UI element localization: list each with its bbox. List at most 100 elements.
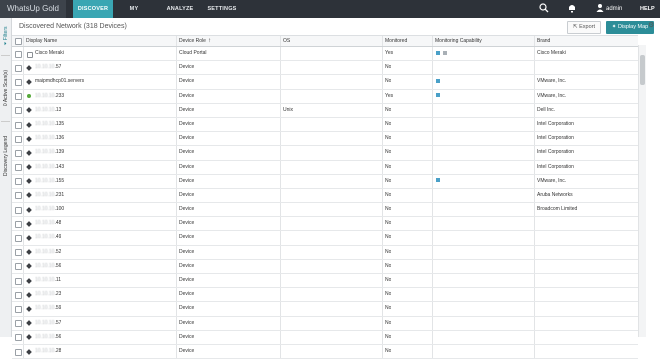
display-name-cell[interactable]: 10.10.10.49 bbox=[35, 231, 61, 244]
column-divider bbox=[534, 231, 535, 245]
row-checkbox[interactable] bbox=[15, 305, 22, 313]
row-checkbox[interactable] bbox=[15, 235, 22, 243]
display-name-cell[interactable]: Cisco Meraki bbox=[35, 47, 64, 60]
sidebar-tab-discovery-legend[interactable]: Discovery Legend bbox=[0, 122, 11, 190]
search-icon[interactable] bbox=[539, 3, 549, 16]
display-name-cell[interactable]: 10.10.10.56 bbox=[35, 260, 61, 273]
display-name-cell[interactable]: 10.10.10.13 bbox=[35, 104, 61, 117]
row-checkbox[interactable] bbox=[15, 149, 22, 157]
display-name-cell[interactable]: 10.10.10.57 bbox=[35, 61, 61, 74]
display-name-cell[interactable]: 10.10.10.233 bbox=[35, 90, 64, 103]
display-map-button[interactable]: ✦ Display Map bbox=[606, 21, 654, 34]
row-checkbox[interactable] bbox=[15, 220, 22, 228]
column-divider bbox=[382, 302, 383, 316]
table-row[interactable]: 10.10.10.56 Device No bbox=[12, 330, 638, 345]
row-checkbox[interactable] bbox=[15, 348, 22, 356]
column-header-display-name[interactable]: Display Name bbox=[26, 36, 57, 46]
table-row[interactable]: 10.10.10.13 Device Unix No Dell Inc. bbox=[12, 103, 638, 118]
row-checkbox[interactable] bbox=[15, 93, 22, 101]
monitored-cell: No bbox=[385, 78, 392, 85]
column-header-brand[interactable]: Brand bbox=[537, 36, 550, 46]
display-name-cell[interactable]: 10.10.10.155 bbox=[35, 175, 64, 188]
display-name-cell[interactable]: 10.10.10.139 bbox=[35, 146, 64, 159]
row-checkbox[interactable] bbox=[15, 50, 22, 58]
table-row[interactable]: 10.10.10.136 Device No Intel Corporation bbox=[12, 132, 638, 147]
tab-discover[interactable]: DISCOVER bbox=[73, 0, 113, 18]
row-checkbox[interactable] bbox=[15, 263, 22, 271]
user-icon[interactable] bbox=[596, 3, 604, 16]
row-checkbox[interactable] bbox=[15, 291, 22, 299]
table-row[interactable]: 10.10.10.231 Device No Aruba Networks bbox=[12, 188, 638, 204]
table-row[interactable]: 10.10.10.139 Device No Intel Corporation bbox=[12, 146, 638, 161]
display-name-cell[interactable]: 10.10.10.231 bbox=[35, 189, 64, 202]
sidebar-tab-filters[interactable]: ⏷ Filters bbox=[0, 18, 11, 54]
row-checkbox[interactable] bbox=[15, 206, 22, 214]
row-checkbox[interactable] bbox=[15, 121, 22, 129]
display-name-cell[interactable]: 10.10.10.59 bbox=[35, 302, 61, 315]
row-checkbox[interactable] bbox=[15, 320, 22, 328]
row-checkbox[interactable] bbox=[15, 164, 22, 172]
table-row[interactable]: Cisco Meraki Cloud Portal Yes Cisco Meraki bbox=[12, 47, 638, 62]
app-logo[interactable]: WhatsUp Gold bbox=[0, 0, 66, 18]
row-checkbox[interactable] bbox=[15, 135, 22, 143]
monitored-cell: No bbox=[385, 333, 392, 340]
row-checkbox[interactable] bbox=[15, 64, 22, 72]
user-name[interactable]: admin bbox=[606, 0, 622, 18]
display-name-cell[interactable]: 10.10.10.48 bbox=[35, 217, 61, 230]
tab-my-network[interactable]: MY NETWORK bbox=[114, 0, 154, 30]
table-row[interactable]: 10.10.10.49 Device No bbox=[12, 231, 638, 246]
table-row[interactable]: 10.10.10.100 Device No Broadcom Limited bbox=[12, 203, 638, 218]
column-divider bbox=[382, 217, 383, 231]
row-checkbox[interactable] bbox=[15, 277, 22, 285]
tab-analyze[interactable]: ANALYZE bbox=[162, 0, 198, 18]
table-row[interactable]: 10.10.10.23 Device No bbox=[12, 288, 638, 303]
display-name-cell[interactable]: 10.10.10.52 bbox=[35, 246, 61, 259]
sort-ascending-icon[interactable]: ↑ bbox=[208, 38, 211, 44]
display-name-cell[interactable]: 10.10.10.23 bbox=[35, 288, 61, 301]
table-row[interactable]: 10.10.10.143 Device No Intel Corporation bbox=[12, 160, 638, 175]
select-all-checkbox[interactable] bbox=[15, 38, 22, 45]
row-checkbox[interactable] bbox=[15, 192, 22, 200]
table-row[interactable]: 10.10.10.57 Device No bbox=[12, 316, 638, 331]
device-role-cell: Cloud Portal bbox=[179, 50, 207, 56]
export-button[interactable]: ⇱ Export bbox=[567, 21, 601, 34]
display-name-cell[interactable]: 10.10.10.143 bbox=[35, 161, 64, 174]
table-row[interactable]: 10.10.10.155 Device No VMware, Inc. bbox=[12, 174, 638, 189]
table-row[interactable]: 10.10.10.28 Device No bbox=[12, 344, 638, 359]
column-header-device-role[interactable]: Device Role ↑ bbox=[179, 36, 211, 46]
column-header-monitored[interactable]: Monitored bbox=[385, 36, 407, 46]
column-header-monitoring-capability[interactable]: Monitoring Capability bbox=[435, 36, 482, 46]
table-row[interactable]: maipmdhcp01.servers Device No VMware, Inc. bbox=[12, 75, 638, 90]
row-checkbox[interactable] bbox=[15, 78, 22, 86]
table-row[interactable]: 10.10.10.233 Device Yes VMware, Inc. bbox=[12, 89, 638, 104]
table-row[interactable]: 10.10.10.11 Device No bbox=[12, 274, 638, 289]
table-row[interactable]: 10.10.10.135 Device No Intel Corporation bbox=[12, 117, 638, 133]
display-name-cell[interactable]: 10.10.10.135 bbox=[35, 118, 64, 131]
display-name-cell[interactable]: 10.10.10.28 bbox=[35, 345, 61, 358]
tab-settings[interactable]: SETTINGS bbox=[204, 0, 240, 18]
row-checkbox[interactable] bbox=[15, 249, 22, 257]
column-divider bbox=[534, 217, 535, 231]
display-name-cell[interactable]: 10.10.10.11 bbox=[35, 274, 61, 287]
column-divider bbox=[176, 132, 177, 146]
display-name-cell[interactable]: 10.10.10.57 bbox=[35, 317, 61, 330]
display-name-cell[interactable]: maipmdhcp01.servers bbox=[35, 75, 84, 88]
row-checkbox[interactable] bbox=[15, 334, 22, 342]
display-name-cell[interactable]: 10.10.10.100 bbox=[35, 203, 64, 216]
row-checkbox[interactable] bbox=[15, 107, 22, 115]
column-header-os[interactable]: OS bbox=[283, 36, 290, 46]
column-settings-icon[interactable]: ⚙ bbox=[648, 21, 654, 29]
display-name-cell[interactable]: 10.10.10.56 bbox=[35, 331, 61, 344]
bell-icon[interactable] bbox=[568, 3, 576, 16]
table-row[interactable]: 10.10.10.48 Device No bbox=[12, 217, 638, 232]
table-row[interactable]: 10.10.10.56 Device No bbox=[12, 259, 638, 274]
help-link[interactable]: HELP bbox=[640, 0, 655, 18]
sidebar-tab-active-scans[interactable]: 0 Active Scan(s) bbox=[0, 56, 11, 120]
row-checkbox[interactable] bbox=[15, 178, 22, 186]
table-row[interactable]: 10.10.10.59 Device No bbox=[12, 302, 638, 317]
table-row[interactable]: 10.10.10.52 Device No bbox=[12, 245, 638, 260]
table-scrollbar[interactable] bbox=[638, 45, 646, 337]
scrollbar-thumb[interactable] bbox=[640, 55, 645, 85]
display-name-cell[interactable]: 10.10.10.136 bbox=[35, 132, 64, 145]
table-row[interactable]: 10.10.10.57 Device No bbox=[12, 61, 638, 76]
